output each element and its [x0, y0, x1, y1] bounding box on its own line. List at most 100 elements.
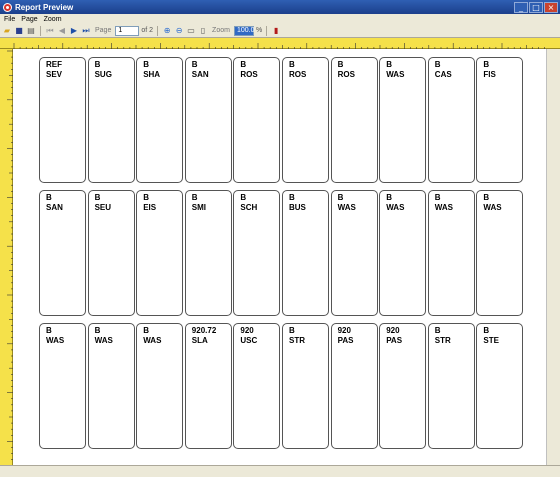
label-card: B WAS	[330, 190, 378, 316]
exit-door-icon[interactable]: ▮	[271, 26, 281, 36]
label-author-code: WAS	[483, 203, 502, 212]
label-author-code: CAS	[434, 70, 452, 79]
label-call-number: B	[434, 60, 441, 69]
label-call-number: B	[191, 193, 198, 202]
label-call-number: B	[143, 60, 149, 69]
toolbar-separator	[157, 25, 159, 36]
window-title: Report Preview	[15, 2, 74, 12]
label-card: 920 USC	[233, 323, 281, 449]
next-page-icon[interactable]: ▶	[69, 26, 79, 36]
vertical-scrollbar[interactable]	[546, 49, 560, 465]
label-call-number: B	[289, 326, 295, 335]
label-card: 920 PAS	[330, 323, 378, 449]
menu-file[interactable]: File	[4, 16, 15, 23]
label-card: B EIS	[136, 190, 184, 316]
menu-bar: File Page Zoom	[0, 14, 560, 24]
label-author-code: WAS	[143, 336, 162, 345]
first-page-icon[interactable]: ⏮	[45, 26, 55, 36]
label-author-code: ROS	[289, 70, 307, 79]
menu-page[interactable]: Page	[21, 16, 37, 23]
label-card: B WAS	[136, 323, 184, 449]
zoom-in-icon[interactable]: ⊕	[162, 26, 172, 36]
label-card: B ROS	[233, 57, 281, 183]
label-author-code: ROS	[337, 70, 355, 79]
zoom-label: Zoom	[212, 27, 230, 34]
label-call-number: 920.72	[191, 326, 217, 335]
label-call-number: B	[386, 193, 392, 202]
label-call-number: B	[337, 60, 344, 69]
label-call-number: B	[483, 60, 490, 69]
status-bar	[0, 465, 560, 477]
label-author-code: SLA	[191, 336, 208, 345]
label-card: B WAS	[87, 323, 135, 449]
label-author-code: SAN	[46, 203, 63, 212]
label-call-number: B	[386, 60, 392, 69]
previous-page-icon[interactable]: ◀	[57, 26, 67, 36]
label-author-code: SEU	[94, 203, 112, 212]
label-card: B WAS	[39, 323, 86, 449]
open-folder-icon[interactable]: ▰	[2, 26, 12, 36]
label-card: B CAS	[427, 57, 475, 183]
label-card: B SEU	[87, 190, 135, 316]
label-author-code: PAS	[386, 336, 403, 345]
report-viewport[interactable]: REF SEV B SUG B SHA B SAN B ROS B ROS B ROS B WAS B CAS B F…	[0, 38, 560, 465]
label-card: B WAS	[476, 190, 524, 316]
label-call-number: B	[483, 326, 490, 335]
label-call-number: B	[94, 193, 101, 202]
label-author-code: WAS	[337, 203, 356, 212]
label-author-code: USC	[240, 336, 258, 345]
page-count: of 2	[141, 27, 154, 34]
page-input[interactable]: 1	[115, 25, 140, 36]
label-call-number: B	[46, 326, 52, 335]
label-card: B SMI	[184, 190, 232, 316]
label-card: B WAS	[379, 190, 427, 316]
label-author-code: WAS	[386, 70, 405, 79]
save-icon[interactable]: ■	[14, 26, 24, 36]
label-card: B ROS	[330, 57, 378, 183]
label-author-code: PAS	[337, 336, 354, 345]
print-icon[interactable]: ▤	[26, 26, 36, 36]
close-button[interactable]: ×	[544, 1, 558, 13]
label-call-number: B	[337, 193, 344, 202]
menu-zoom[interactable]: Zoom	[44, 16, 62, 23]
label-card: B BUS	[282, 190, 329, 316]
label-call-number: B	[434, 326, 441, 335]
label-card: B STR	[282, 323, 329, 449]
zoom-out-icon[interactable]: ⊖	[174, 26, 184, 36]
maximize-button[interactable]: □	[529, 1, 543, 13]
zoom-percent: %	[255, 27, 263, 34]
horizontal-ruler-ticks	[13, 43, 546, 49]
label-author-code: STR	[289, 336, 305, 345]
app-icon	[3, 2, 12, 12]
label-author-code: WAS	[386, 203, 405, 212]
label-call-number: B	[289, 193, 295, 202]
label-card: REF SEV	[39, 57, 86, 183]
label-call-number: B	[143, 326, 149, 335]
label-author-code: WAS	[94, 336, 113, 345]
label-card: B SAN	[184, 57, 232, 183]
label-call-number: B	[289, 60, 295, 69]
label-call-number: B	[483, 193, 490, 202]
label-card: B ROS	[282, 57, 329, 183]
label-call-number: 920	[240, 326, 254, 335]
label-author-code: SEV	[46, 70, 63, 79]
label-card: B FIS	[476, 57, 524, 183]
label-card: B STE	[476, 323, 524, 449]
page-width-icon[interactable]: ▭	[186, 26, 196, 36]
title-bar: Report Preview _ □ ×	[0, 0, 560, 14]
label-call-number: 920	[386, 326, 400, 335]
label-call-number: 920	[337, 326, 351, 335]
label-author-code: WAS	[434, 203, 454, 212]
whole-page-icon[interactable]: ▯	[198, 26, 208, 36]
label-call-number: B	[240, 60, 247, 69]
label-author-code: SUG	[94, 70, 112, 79]
label-author-code: SMI	[191, 203, 207, 212]
label-author-code: WAS	[46, 336, 65, 345]
toolbar: ▰ ■ ▤ ⏮ ◀ ▶ ⏭ Page 1 of 2 ⊕ ⊖ ▭ ▯ Zoom 1…	[0, 24, 560, 38]
zoom-input[interactable]: 100.0	[233, 25, 254, 36]
label-author-code: BUS	[289, 203, 306, 212]
label-card: B WAS	[427, 190, 475, 316]
minimize-button[interactable]: _	[514, 1, 528, 13]
last-page-icon[interactable]: ⏭	[81, 26, 91, 36]
window-controls: _ □ ×	[514, 1, 558, 13]
